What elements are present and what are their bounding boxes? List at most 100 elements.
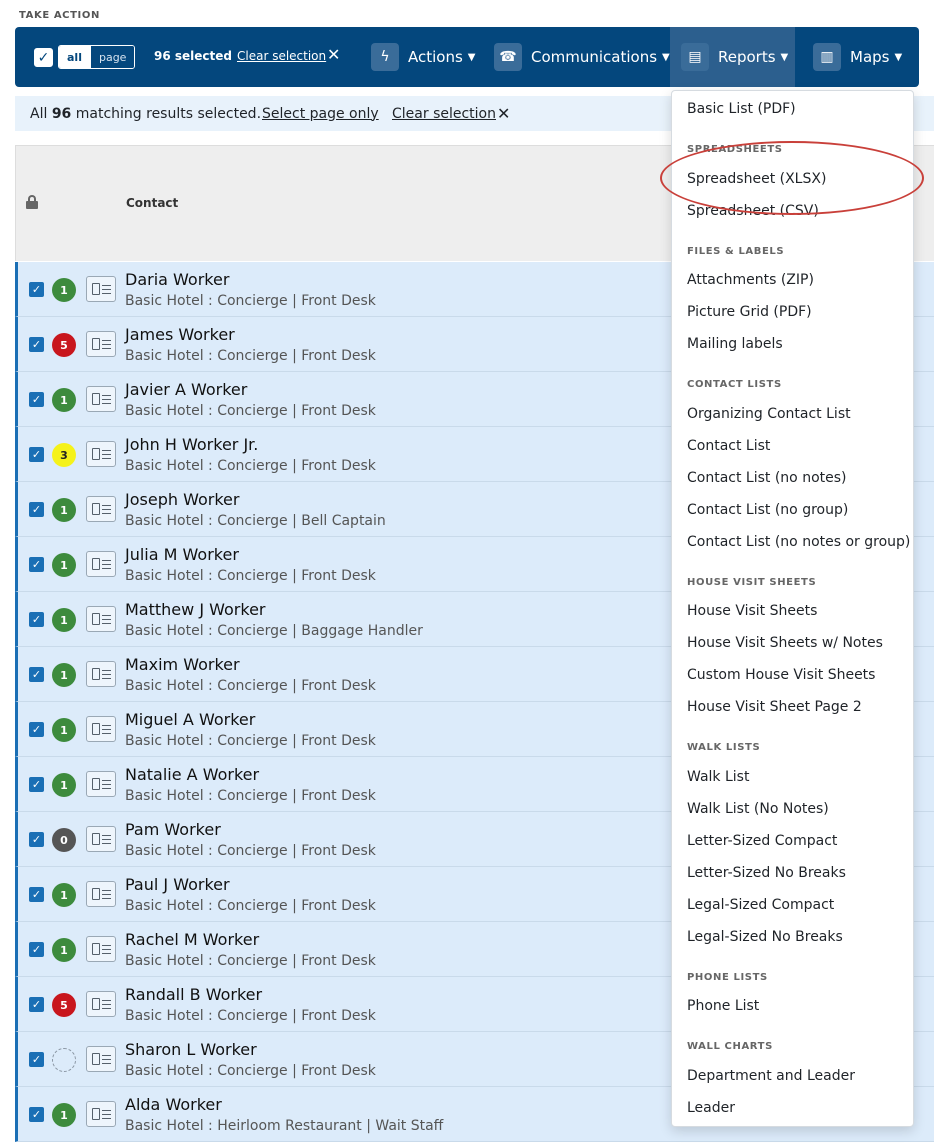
contact-card-icon[interactable] <box>86 551 116 577</box>
report-legal-no-breaks[interactable]: Legal-Sized No Breaks <box>687 929 843 945</box>
scope-page-button[interactable]: page <box>89 46 135 68</box>
row-checkbox[interactable]: ✓ <box>29 282 44 297</box>
contact-card-icon[interactable] <box>86 331 116 357</box>
report-contact-list-no-notes-group[interactable]: Contact List (no notes or group) <box>687 534 910 550</box>
row-checkbox[interactable]: ✓ <box>29 777 44 792</box>
select-all-checkbox[interactable]: ✓ <box>34 48 53 67</box>
status-badge <box>52 1048 76 1072</box>
contact-card-icon[interactable] <box>86 771 116 797</box>
maps-menu-button[interactable]: ▥ Maps ▼ <box>813 39 902 75</box>
report-contact-list-no-notes[interactable]: Contact List (no notes) <box>687 470 847 486</box>
row-checkbox[interactable]: ✓ <box>29 1052 44 1067</box>
report-mailing-labels[interactable]: Mailing labels <box>687 336 783 352</box>
report-contact-list[interactable]: Contact List <box>687 438 770 454</box>
report-department-leader[interactable]: Department and Leader <box>687 1068 855 1084</box>
contact-card-icon[interactable] <box>86 441 116 467</box>
contact-name[interactable]: Randall B Worker <box>125 985 262 1004</box>
contact-name[interactable]: Maxim Worker <box>125 655 240 674</box>
row-checkbox[interactable]: ✓ <box>29 997 44 1012</box>
contact-card-icon[interactable] <box>86 276 116 302</box>
row-checkbox[interactable]: ✓ <box>29 557 44 572</box>
clear-selection-link[interactable]: Clear selection <box>237 49 326 63</box>
contact-name[interactable]: Daria Worker <box>125 270 229 289</box>
map-icon: ▥ <box>813 43 841 71</box>
banner-clear-selection-link[interactable]: Clear selection <box>392 106 496 122</box>
contact-name[interactable]: Pam Worker <box>125 820 221 839</box>
report-attachments[interactable]: Attachments (ZIP) <box>687 272 814 288</box>
contact-subtitle: Basic Hotel : Concierge | Front Desk <box>125 458 376 474</box>
contact-name[interactable]: Rachel M Worker <box>125 930 259 949</box>
actions-menu-button[interactable]: ϟ Actions ▼ <box>371 39 476 75</box>
contact-name[interactable]: Matthew J Worker <box>125 600 265 619</box>
report-leader[interactable]: Leader <box>687 1100 735 1116</box>
report-letter-no-breaks[interactable]: Letter-Sized No Breaks <box>687 865 846 881</box>
communications-menu-button[interactable]: ☎ Communications ▼ <box>494 39 670 75</box>
lightning-icon: ϟ <box>371 43 399 71</box>
reports-menu-button[interactable]: ▤ Reports ▼ <box>681 39 788 75</box>
contact-subtitle: Basic Hotel : Concierge | Bell Captain <box>125 513 386 529</box>
row-checkbox[interactable]: ✓ <box>29 392 44 407</box>
status-badge: 5 <box>52 993 76 1017</box>
row-checkbox[interactable]: ✓ <box>29 447 44 462</box>
row-checkbox[interactable]: ✓ <box>29 832 44 847</box>
contact-name[interactable]: Joseph Worker <box>125 490 239 509</box>
caret-down-icon: ▼ <box>894 51 903 63</box>
contact-name[interactable]: Miguel A Worker <box>125 710 255 729</box>
group-wall-charts: WALL CHARTS <box>687 1041 773 1052</box>
report-legal-compact[interactable]: Legal-Sized Compact <box>687 897 834 913</box>
report-letter-compact[interactable]: Letter-Sized Compact <box>687 833 837 849</box>
contact-card-icon[interactable] <box>86 826 116 852</box>
row-checkbox[interactable]: ✓ <box>29 1107 44 1122</box>
contact-card-icon[interactable] <box>86 1046 116 1072</box>
caret-down-icon: ▼ <box>662 51 670 63</box>
report-house-visit-notes[interactable]: House Visit Sheets w/ Notes <box>687 635 883 651</box>
group-files-labels: FILES & LABELS <box>687 246 785 257</box>
report-organizing-contact-list[interactable]: Organizing Contact List <box>687 406 851 422</box>
row-checkbox[interactable]: ✓ <box>29 667 44 682</box>
report-custom-house-visit[interactable]: Custom House Visit Sheets <box>687 667 875 683</box>
scope-all-button[interactable]: all <box>59 46 90 68</box>
row-checkbox[interactable]: ✓ <box>29 942 44 957</box>
contact-name[interactable]: Paul J Worker <box>125 875 230 894</box>
contact-card-icon[interactable] <box>86 991 116 1017</box>
contact-card-icon[interactable] <box>86 716 116 742</box>
report-walk-list[interactable]: Walk List <box>687 769 749 785</box>
close-icon[interactable]: ✕ <box>497 104 510 123</box>
contact-name[interactable]: Julia M Worker <box>125 545 239 564</box>
contact-card-icon[interactable] <box>86 936 116 962</box>
status-badge: 1 <box>52 718 76 742</box>
contact-name[interactable]: Javier A Worker <box>125 380 247 399</box>
report-house-visit-page2[interactable]: House Visit Sheet Page 2 <box>687 699 862 715</box>
row-checkbox[interactable]: ✓ <box>29 887 44 902</box>
close-icon[interactable]: ✕ <box>327 45 340 64</box>
contact-card-icon[interactable] <box>86 496 116 522</box>
contact-subtitle: Basic Hotel : Heirloom Restaurant | Wait… <box>125 1118 444 1134</box>
contact-card-icon[interactable] <box>86 1101 116 1127</box>
select-page-only-link[interactable]: Select page only <box>262 106 379 122</box>
report-picture-grid[interactable]: Picture Grid (PDF) <box>687 304 812 320</box>
document-icon: ▤ <box>681 43 709 71</box>
highlight-annotation <box>660 141 924 215</box>
contact-name[interactable]: John H Worker Jr. <box>125 435 258 454</box>
report-phone-list[interactable]: Phone List <box>687 998 759 1014</box>
contact-card-icon[interactable] <box>86 606 116 632</box>
column-contact[interactable]: Contact <box>126 196 178 210</box>
status-badge: 1 <box>52 553 76 577</box>
row-checkbox[interactable]: ✓ <box>29 337 44 352</box>
contact-card-icon[interactable] <box>86 661 116 687</box>
report-walk-list-no-notes[interactable]: Walk List (No Notes) <box>687 801 829 817</box>
row-checkbox[interactable]: ✓ <box>29 502 44 517</box>
report-contact-list-no-group[interactable]: Contact List (no group) <box>687 502 848 518</box>
row-checkbox[interactable]: ✓ <box>29 612 44 627</box>
contact-name[interactable]: James Worker <box>125 325 235 344</box>
contact-name[interactable]: Natalie A Worker <box>125 765 259 784</box>
contact-name[interactable]: Alda Worker <box>125 1095 222 1114</box>
report-basic-list[interactable]: Basic List (PDF) <box>687 101 796 117</box>
communications-label: Communications <box>531 48 658 66</box>
contact-card-icon[interactable] <box>86 881 116 907</box>
row-checkbox[interactable]: ✓ <box>29 722 44 737</box>
contact-name[interactable]: Sharon L Worker <box>125 1040 257 1059</box>
phone-icon: ☎ <box>494 43 522 71</box>
report-house-visit-sheets[interactable]: House Visit Sheets <box>687 603 817 619</box>
contact-card-icon[interactable] <box>86 386 116 412</box>
